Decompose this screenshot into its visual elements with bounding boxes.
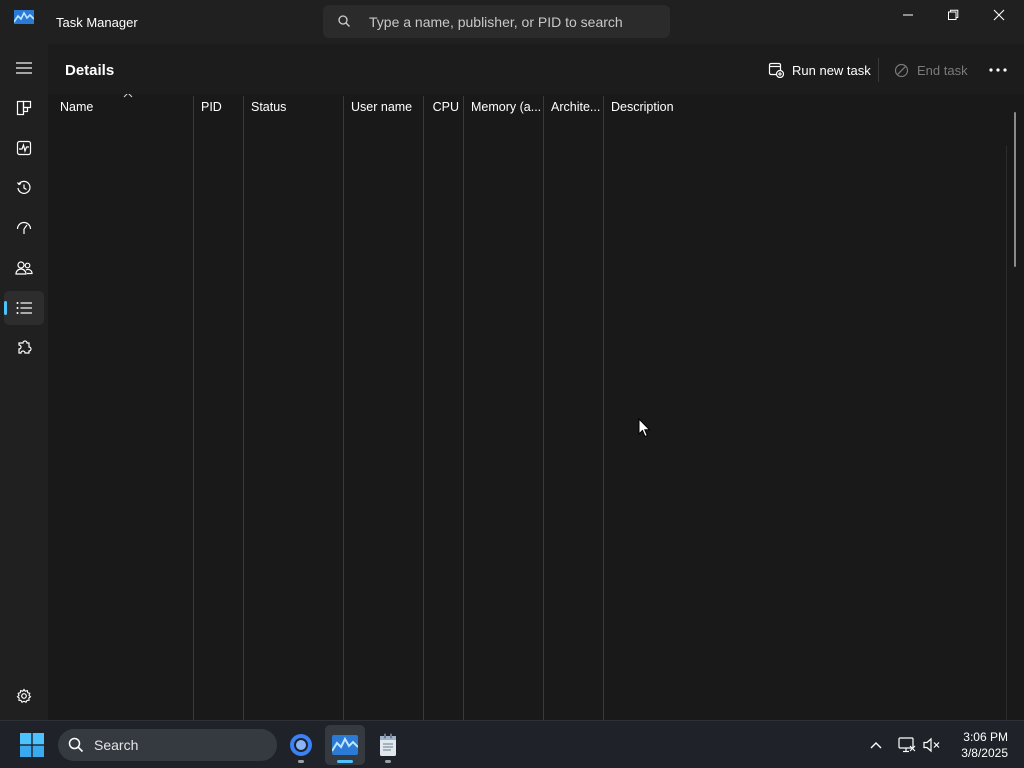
- title-bar: Task Manager: [0, 0, 1024, 44]
- taskbar-search[interactable]: Search: [58, 729, 277, 761]
- search-icon: [68, 737, 84, 753]
- nav-menu-toggle[interactable]: [4, 51, 44, 85]
- column-divider[interactable]: [193, 96, 194, 720]
- performance-icon: [16, 140, 32, 156]
- end-task-button[interactable]: End task: [894, 58, 968, 82]
- column-divider[interactable]: [603, 96, 604, 720]
- network-icon: [898, 737, 916, 753]
- minimize-button[interactable]: [885, 0, 931, 30]
- main-content: Details Run new task End task Name PID S…: [48, 44, 1024, 768]
- network-status-button[interactable]: [897, 735, 917, 755]
- nav-item-details[interactable]: [4, 291, 44, 325]
- column-header-status[interactable]: Status: [244, 94, 344, 120]
- run-new-task-label: Run new task: [792, 62, 871, 78]
- end-task-icon: [894, 63, 909, 77]
- page-title: Details: [65, 62, 115, 79]
- scroll-track-edge: [1006, 146, 1007, 768]
- column-header-label: Name: [60, 100, 94, 114]
- column-header-description[interactable]: Description: [604, 94, 994, 120]
- column-divider[interactable]: [543, 96, 544, 720]
- minimize-icon: [903, 14, 913, 16]
- windows-start-icon[interactable]: [20, 733, 44, 757]
- volume-status-button[interactable]: [922, 735, 942, 755]
- startup-apps-icon: [16, 221, 32, 234]
- taskbar: Search 3:06 PM 3/8/2025: [0, 720, 1024, 768]
- run-new-task-button[interactable]: Run new task: [768, 58, 871, 82]
- clock-time: 3:06 PM: [963, 730, 1008, 744]
- column-divider[interactable]: [243, 96, 244, 720]
- restore-button[interactable]: [930, 0, 976, 30]
- column-header-architecture[interactable]: Archite...: [544, 94, 604, 120]
- hamburger-menu-icon: [16, 62, 32, 74]
- settings-gear-icon: [16, 688, 32, 704]
- show-hidden-icons-button[interactable]: [866, 735, 886, 755]
- clock-date: 3/8/2025: [961, 746, 1008, 760]
- column-header-cpu[interactable]: CPU: [424, 94, 464, 120]
- nav-item-services[interactable]: [4, 331, 44, 365]
- taskbar-app-task-manager[interactable]: [325, 725, 365, 765]
- navigation-pane: [0, 44, 48, 720]
- app-history-icon: [17, 180, 31, 194]
- column-divider[interactable]: [463, 96, 464, 720]
- column-divider[interactable]: [343, 96, 344, 720]
- nav-item-startup-apps[interactable]: [4, 211, 44, 245]
- processes-icon: [16, 100, 32, 116]
- search-input[interactable]: [369, 5, 659, 38]
- taskbar-search-label: Search: [94, 737, 139, 753]
- services-icon: [18, 340, 32, 354]
- sort-ascending-icon: [123, 94, 133, 98]
- nav-item-app-history[interactable]: [4, 171, 44, 205]
- run-new-task-icon: [768, 62, 784, 78]
- chevron-up-icon: [870, 742, 882, 749]
- more-options-button[interactable]: [984, 58, 1012, 82]
- end-task-label: End task: [917, 62, 968, 78]
- nav-item-settings[interactable]: [4, 679, 44, 713]
- task-manager-icon: [332, 735, 358, 755]
- taskbar-app-notepad[interactable]: [368, 725, 408, 765]
- restore-icon: [948, 9, 959, 20]
- task-manager-logo-icon: [14, 10, 34, 24]
- mouse-cursor-icon: [638, 418, 651, 438]
- system-clock[interactable]: 3:06 PM 3/8/2025: [950, 729, 1008, 761]
- column-header-pid[interactable]: PID: [194, 94, 244, 120]
- column-header-name[interactable]: Name: [53, 94, 193, 120]
- taskbar-app-chrome[interactable]: [281, 725, 321, 765]
- details-icon: [16, 302, 32, 314]
- app-title: Task Manager: [56, 15, 138, 30]
- chrome-icon: [290, 734, 312, 756]
- app-active-indicator: [337, 760, 353, 763]
- close-icon: [993, 9, 1005, 21]
- users-icon: [15, 261, 33, 275]
- nav-item-performance[interactable]: [4, 131, 44, 165]
- close-button[interactable]: [976, 0, 1022, 30]
- column-divider[interactable]: [423, 96, 424, 720]
- search-box[interactable]: [323, 5, 670, 38]
- nav-item-processes[interactable]: [4, 91, 44, 125]
- column-header-memory[interactable]: Memory (a...: [464, 94, 544, 120]
- app-running-indicator: [298, 760, 304, 763]
- more-options-icon: [989, 68, 1007, 72]
- column-header-user-name[interactable]: User name: [344, 94, 424, 120]
- details-table: Name PID Status User name CPU Memory (a.…: [48, 94, 1007, 768]
- notepad-icon: [380, 733, 396, 756]
- command-separator: [878, 58, 879, 82]
- command-bar: Details Run new task End task: [48, 44, 1024, 94]
- app-running-indicator: [385, 760, 391, 763]
- nav-item-users[interactable]: [4, 251, 44, 285]
- volume-muted-icon: [923, 737, 940, 753]
- search-icon: [338, 15, 350, 27]
- vertical-scrollbar[interactable]: [1014, 112, 1016, 267]
